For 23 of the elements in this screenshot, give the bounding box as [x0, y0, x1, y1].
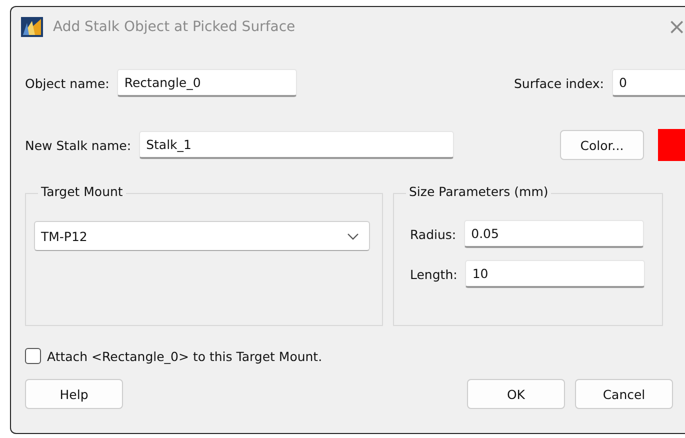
mount-dropdown[interactable]: TM-P12 [34, 221, 370, 251]
field-label: Radius: [410, 226, 456, 242]
group-title: Target Mount [38, 184, 126, 199]
field-label: New Stalk name: [25, 138, 132, 152]
group-title: Size Parameters (mm) [406, 184, 552, 199]
dialog-button[interactable]: Cancel [575, 379, 673, 409]
color-button[interactable]: Color... [560, 130, 644, 160]
surface-index-field[interactable]: 0 [612, 69, 685, 97]
checkbox[interactable] [25, 348, 41, 364]
window-title: Add Stalk Object at Picked Surface [53, 19, 296, 35]
object-name-field[interactable]: Rectangle_0 [117, 69, 298, 97]
parameter-field[interactable]: 10 [465, 260, 646, 288]
stalk-name-field[interactable]: Stalk_1 [139, 131, 454, 159]
field-label: Surface index: [514, 76, 604, 90]
help-button[interactable]: Help [25, 379, 123, 409]
field-label: Length: [410, 266, 458, 282]
dialog-button[interactable]: OK [467, 379, 565, 409]
app-icon [21, 17, 43, 37]
parameter-field[interactable]: 0.05 [464, 220, 644, 248]
field-label: Object name: [25, 76, 110, 90]
chevron-down-icon [347, 232, 359, 240]
color-swatch[interactable] [658, 129, 685, 161]
checkbox-label: Attach <Rectangle_0> to this Target Mount. [47, 348, 322, 364]
